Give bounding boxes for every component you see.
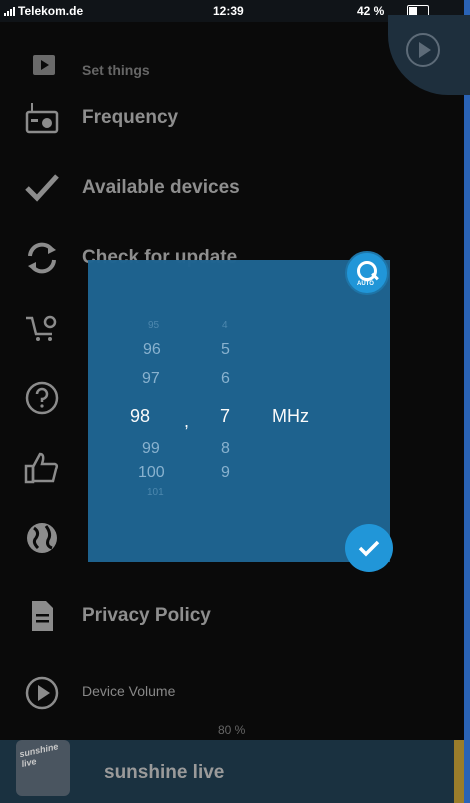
help-circle-icon	[25, 381, 59, 415]
auto-search-button[interactable]: AUTO	[345, 251, 389, 295]
volume-percent: 80 %	[218, 723, 246, 737]
station-name: sunshine live	[104, 762, 225, 783]
thumbs-up-icon	[24, 452, 59, 484]
wheel-dec-next-1: 8	[221, 440, 230, 457]
station-logo-text: sunshine live	[18, 741, 60, 769]
wheel-dec-prev-2: 5	[221, 341, 230, 358]
checkmark-icon	[358, 540, 380, 557]
wheel-dec-next-2: 9	[221, 464, 230, 481]
menu-label-set-things: Set things	[82, 62, 150, 78]
wheel-int-prev-1: 97	[142, 370, 160, 387]
wheel-int-selected: 98	[130, 406, 151, 426]
menu-item-available-devices[interactable]: Available devices	[0, 162, 464, 218]
wheel-int-prev-3: 95	[148, 320, 160, 331]
wheel-dec-prev-1: 6	[221, 370, 230, 387]
frequency-unit: MHz	[272, 406, 309, 426]
carrier-label: Telekom.de	[18, 4, 84, 18]
menu-item-frequency[interactable]: Frequency	[0, 92, 464, 148]
menu-label-privacy-policy: Privacy Policy	[82, 605, 211, 626]
play-circle-icon	[25, 676, 59, 710]
battery-level: 42 %	[357, 4, 385, 18]
decimal-separator: ,	[184, 411, 190, 431]
station-logo: sunshine live	[16, 740, 70, 796]
play-square-icon	[33, 55, 55, 75]
clock: 12:39	[213, 4, 244, 18]
wheel-dec-prev-3: 4	[222, 320, 228, 331]
document-icon	[32, 601, 53, 631]
cart-icon	[26, 315, 57, 341]
wheel-int-next-3: 101	[147, 487, 164, 498]
radio-icon	[25, 103, 59, 134]
wheel-int-prev-2: 96	[143, 341, 161, 358]
menu-label-frequency: Frequency	[82, 107, 179, 128]
frequency-picker-dialog: 95 96 97 98 99 100 101 , 4 5 6 7 8 9 MHz	[88, 260, 390, 562]
signal-icon	[4, 7, 16, 16]
menu-label-device-volume: Device Volume	[82, 683, 176, 699]
screen-edge	[464, 0, 470, 803]
decimal-wheel[interactable]: 4 5 6 7 8 9	[208, 260, 268, 562]
refresh-icon	[28, 242, 56, 274]
globe-icon	[27, 523, 57, 553]
wheel-int-next-2: 100	[138, 464, 165, 481]
play-icon	[406, 33, 440, 67]
menu-item-device-volume[interactable]: Device Volume	[0, 667, 464, 723]
menu-item-privacy-policy[interactable]: Privacy Policy	[0, 590, 464, 646]
now-playing-bar[interactable]: sunshine live sunshine live	[0, 740, 464, 803]
checkmark-icon	[25, 174, 59, 202]
menu-label-available-devices: Available devices	[82, 177, 240, 198]
wheel-dec-selected: 7	[220, 406, 231, 426]
wheel-int-next-1: 99	[142, 440, 160, 457]
confirm-button[interactable]	[345, 524, 393, 572]
player-accent	[454, 740, 464, 803]
auto-label: AUTO	[357, 281, 374, 287]
